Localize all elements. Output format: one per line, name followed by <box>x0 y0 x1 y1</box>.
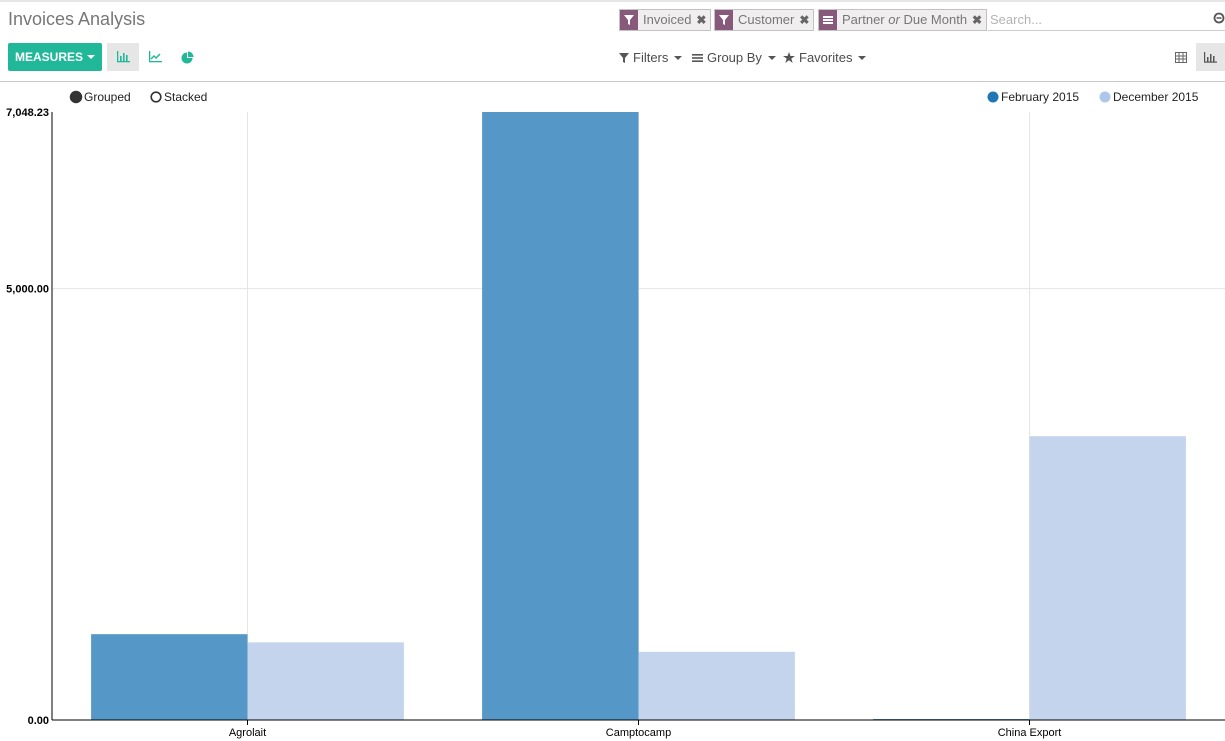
radio-selected-icon <box>69 90 83 104</box>
caret-down-icon <box>674 55 683 60</box>
bars <box>91 112 1186 720</box>
close-icon[interactable]: ✖ <box>696 10 710 30</box>
line-chart-mode-button[interactable] <box>139 43 171 71</box>
filter-icon <box>715 10 733 30</box>
filters-label: Filters <box>633 50 669 65</box>
line-chart-icon <box>149 51 162 63</box>
facet-label: Customer <box>738 12 795 27</box>
grouped-option[interactable]: Grouped <box>69 90 131 104</box>
y-tick-label: 0.00 <box>28 715 49 727</box>
caret-down-icon <box>767 55 776 60</box>
bar-camptocamp-series-1[interactable] <box>482 112 639 720</box>
legend-swatch <box>1099 91 1111 103</box>
stacked-label: Stacked <box>164 90 207 104</box>
bar-chart-icon <box>1204 51 1217 63</box>
x-tick-label: China Export <box>998 727 1062 739</box>
bar-camptocamp-series-2[interactable] <box>638 651 795 720</box>
stacked-option[interactable]: Stacked <box>150 90 207 104</box>
star-icon <box>783 52 795 63</box>
list-icon <box>692 53 703 62</box>
y-tick-label: 7,048.23 <box>6 107 49 119</box>
bar-china-export-series-2[interactable] <box>1029 436 1186 720</box>
measures-button[interactable]: MEASURES <box>8 43 102 71</box>
close-icon[interactable]: ✖ <box>972 10 986 30</box>
facet-label: Partner or Due Month <box>842 12 968 27</box>
top-border <box>0 0 1225 2</box>
search-underline <box>988 30 1225 31</box>
page-title: Invoices Analysis <box>8 9 146 29</box>
filters-menu[interactable]: Filters <box>619 50 683 65</box>
groupby-label: Group By <box>707 50 762 65</box>
search-facet-customer[interactable]: Customer ✖ <box>714 9 815 31</box>
search-input[interactable] <box>988 10 1212 28</box>
favorites-label: Favorites <box>799 50 853 65</box>
pivot-view-button[interactable] <box>1166 43 1196 71</box>
pie-chart-mode-button[interactable] <box>171 43 203 71</box>
favorites-menu[interactable]: Favorites <box>783 50 867 65</box>
search-facet-invoiced[interactable]: Invoiced ✖ <box>619 9 712 31</box>
search-facet-groupby[interactable]: Partner or Due Month ✖ <box>818 9 988 31</box>
x-tick-label: Agrolait <box>229 727 266 739</box>
radio-unselected-icon <box>150 91 162 103</box>
filter-icon <box>620 10 638 30</box>
legend-swatch <box>987 91 999 103</box>
legend-label: December 2015 <box>1113 90 1199 104</box>
x-tick-label: Camptocamp <box>606 727 671 739</box>
list-icon <box>819 10 837 30</box>
graph-view-button[interactable] <box>1196 43 1225 71</box>
legend-label: February 2015 <box>1001 90 1079 104</box>
facet-label: Invoiced <box>643 12 692 27</box>
legend-item-series-1[interactable]: February 2015 <box>987 90 1080 104</box>
caret-down-icon <box>87 55 95 59</box>
pie-chart-icon <box>181 51 193 63</box>
measures-label: MEASURES <box>14 50 83 64</box>
filter-icon <box>619 52 629 63</box>
bar-chart-icon <box>117 51 130 63</box>
legend-item-series-2[interactable]: December 2015 <box>1099 90 1199 104</box>
bar-agrolait-series-1[interactable] <box>91 634 248 720</box>
search-icon[interactable] <box>1213 12 1225 31</box>
grouped-label: Grouped <box>84 90 131 104</box>
close-icon[interactable]: ✖ <box>799 10 813 30</box>
bar-chart-mode-button[interactable] <box>107 43 139 71</box>
y-tick-label: 5,000.00 <box>6 284 49 296</box>
bar-agrolait-series-2[interactable] <box>247 642 404 720</box>
table-grid-icon <box>1175 51 1187 63</box>
bar-chart: 0.00 5,000.00 7,048.23 Agrolait Camptocamp Ch… <box>6 90 1225 739</box>
caret-down-icon <box>858 55 867 60</box>
groupby-menu[interactable]: Group By <box>692 50 776 65</box>
